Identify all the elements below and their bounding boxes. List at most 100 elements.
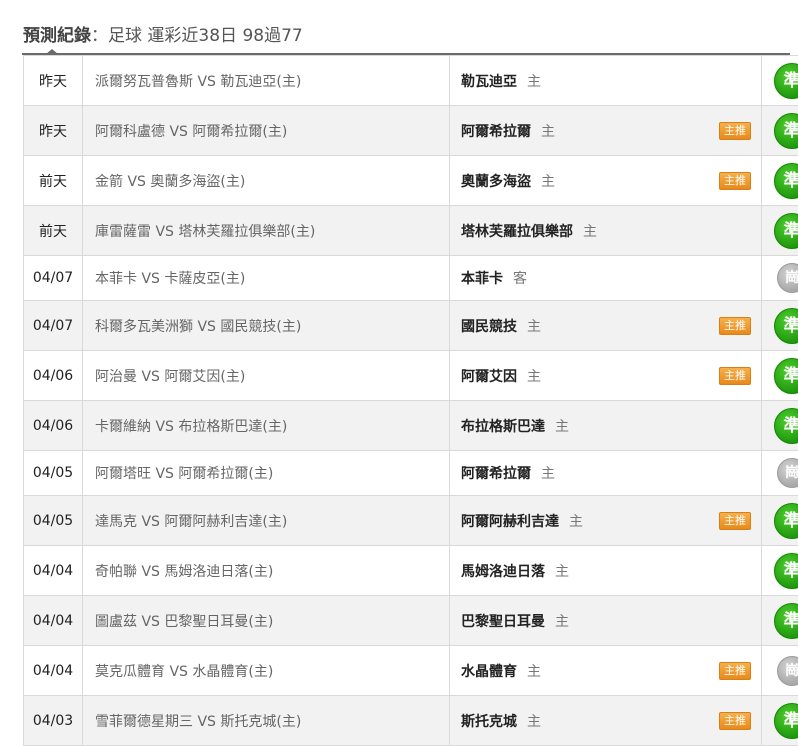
pick-team: 阿爾希拉爾: [461, 124, 531, 140]
match-vs-label: VS: [141, 614, 159, 630]
table-row[interactable]: 04/07本菲卡 VS 卡薩皮亞(主)本菲卡客崗: [24, 256, 798, 301]
row-pick: 阿爾希拉爾主主推: [450, 106, 762, 156]
match-home-team: 派爾努瓦普魯斯: [95, 74, 193, 90]
table-row[interactable]: 昨天阿爾科盧德 VS 阿爾希拉爾(主)阿爾希拉爾主主推準: [24, 106, 798, 156]
row-result: 準: [762, 546, 798, 596]
result-hit-icon: 準: [774, 703, 798, 739]
row-pick: 巴黎聖日耳曼主: [450, 596, 762, 646]
row-pick: 奧蘭多海盜主主推: [450, 156, 762, 206]
pick-team: 馬姆洛迪日落: [461, 564, 545, 580]
table-row[interactable]: 04/07科爾多瓦美洲獅 VS 國民競技(主)國民競技主主推準: [24, 301, 798, 351]
row-result: 崗: [762, 646, 798, 696]
row-match[interactable]: 阿爾科盧德 VS 阿爾希拉爾(主): [83, 106, 450, 156]
featured-pick-badge: 主推: [719, 662, 751, 680]
row-pick: 本菲卡客: [450, 256, 762, 301]
match-home-team: 金箭: [95, 174, 123, 190]
pick-side: 主: [569, 514, 583, 530]
match-away-team: 水晶體育(主): [192, 664, 273, 680]
pick-team: 巴黎聖日耳曼: [461, 614, 545, 630]
table-row[interactable]: 昨天派爾努瓦普魯斯 VS 勒瓦迪亞(主)勒瓦迪亞主準: [24, 56, 798, 106]
match-home-team: 圖盧茲: [95, 614, 137, 630]
row-pick: 阿爾阿赫利吉達主主推: [450, 496, 762, 546]
prediction-records-body: 昨天派爾努瓦普魯斯 VS 勒瓦迪亞(主)勒瓦迪亞主準昨天阿爾科盧德 VS 阿爾希…: [24, 56, 798, 746]
result-hit-icon: 準: [774, 553, 798, 589]
table-row[interactable]: 04/06卡爾維納 VS 布拉格斯巴達(主)布拉格斯巴達主準: [24, 401, 798, 451]
match-vs-label: VS: [169, 124, 187, 140]
match-vs-label: VS: [169, 664, 187, 680]
row-match[interactable]: 金箭 VS 奧蘭多海盜(主): [83, 156, 450, 206]
page-title-main: 預測紀錄: [23, 26, 91, 46]
row-pick: 水晶體育主主推: [450, 646, 762, 696]
table-row[interactable]: 04/06阿治曼 VS 阿爾艾因(主)阿爾艾因主主推準: [24, 351, 798, 401]
table-row[interactable]: 04/04莫克瓜體育 VS 水晶體育(主)水晶體育主主推崗: [24, 646, 798, 696]
table-row[interactable]: 04/03雪菲爾德星期三 VS 斯托克城(主)斯托克城主主推準: [24, 696, 798, 746]
row-match[interactable]: 科爾多瓦美洲獅 VS 國民競技(主): [83, 301, 450, 351]
table-row[interactable]: 前天金箭 VS 奧蘭多海盜(主)奧蘭多海盜主主推準: [24, 156, 798, 206]
row-result: 準: [762, 596, 798, 646]
table-row[interactable]: 04/05達馬克 VS 阿爾阿赫利吉達(主)阿爾阿赫利吉達主主推準: [24, 496, 798, 546]
row-match[interactable]: 莫克瓜體育 VS 水晶體育(主): [83, 646, 450, 696]
pick-side: 主: [555, 564, 569, 580]
row-pick: 國民競技主主推: [450, 301, 762, 351]
match-vs-label: VS: [197, 714, 215, 730]
pick-team: 阿爾艾因: [461, 369, 517, 385]
match-vs-label: VS: [197, 319, 215, 335]
match-away-team: 巴黎聖日耳曼(主): [164, 614, 273, 630]
table-row[interactable]: 前天庫雷薩雷 VS 塔林芙羅拉俱樂部(主)塔林芙羅拉俱樂部主準: [24, 206, 798, 256]
result-hit-icon: 準: [774, 163, 798, 199]
row-result: 準: [762, 301, 798, 351]
row-pick: 勒瓦迪亞主: [450, 56, 762, 106]
row-match[interactable]: 庫雷薩雷 VS 塔林芙羅拉俱樂部(主): [83, 206, 450, 256]
result-hit-icon: 準: [774, 63, 798, 99]
page-header: 預測紀錄：足球 運彩近38日 98過77: [0, 0, 798, 54]
row-date: 04/04: [24, 646, 83, 696]
row-pick: 阿爾艾因主主推: [450, 351, 762, 401]
match-home-team: 奇帕聯: [95, 564, 137, 580]
result-hit-icon: 準: [774, 358, 798, 394]
row-date: 昨天: [24, 106, 83, 156]
pick-side: 主: [527, 319, 541, 335]
table-row[interactable]: 04/05阿爾塔旺 VS 阿爾希拉爾(主)阿爾希拉爾主崗: [24, 451, 798, 496]
featured-pick-badge: 主推: [719, 317, 751, 335]
table-row[interactable]: 04/04奇帕聯 VS 馬姆洛迪日落(主)馬姆洛迪日落主準: [24, 546, 798, 596]
row-date: 04/07: [24, 301, 83, 351]
result-push-icon: 崗: [777, 263, 798, 293]
row-pick: 布拉格斯巴達主: [450, 401, 762, 451]
row-match[interactable]: 阿治曼 VS 阿爾艾因(主): [83, 351, 450, 401]
row-pick: 斯托克城主主推: [450, 696, 762, 746]
row-result: 崗: [762, 256, 798, 301]
page-title-detail: ：足球 運彩近38日 98過77: [91, 26, 303, 46]
row-match[interactable]: 本菲卡 VS 卡薩皮亞(主): [83, 256, 450, 301]
pick-team: 布拉格斯巴達: [461, 419, 545, 435]
pick-team: 塔林芙羅拉俱樂部: [461, 224, 573, 240]
pick-side: 主: [527, 714, 541, 730]
featured-pick-badge: 主推: [719, 172, 751, 190]
match-away-team: 阿爾艾因(主): [164, 369, 245, 385]
match-away-team: 國民競技(主): [220, 319, 301, 335]
row-date: 04/04: [24, 596, 83, 646]
row-result: 準: [762, 56, 798, 106]
row-match[interactable]: 派爾努瓦普魯斯 VS 勒瓦迪亞(主): [83, 56, 450, 106]
row-date: 昨天: [24, 56, 83, 106]
row-match[interactable]: 圖盧茲 VS 巴黎聖日耳曼(主): [83, 596, 450, 646]
result-hit-icon: 準: [774, 308, 798, 344]
match-away-team: 斯托克城(主): [220, 714, 301, 730]
row-match[interactable]: 奇帕聯 VS 馬姆洛迪日落(主): [83, 546, 450, 596]
match-away-team: 勒瓦迪亞(主): [220, 74, 301, 90]
match-away-team: 阿爾希拉爾(主): [192, 124, 287, 140]
row-match[interactable]: 達馬克 VS 阿爾阿赫利吉達(主): [83, 496, 450, 546]
row-date: 04/05: [24, 451, 83, 496]
match-away-team: 奧蘭多海盜(主): [150, 174, 245, 190]
row-match[interactable]: 雪菲爾德星期三 VS 斯托克城(主): [83, 696, 450, 746]
row-match[interactable]: 阿爾塔旺 VS 阿爾希拉爾(主): [83, 451, 450, 496]
match-away-team: 塔林芙羅拉俱樂部(主): [178, 224, 315, 240]
match-home-team: 庫雷薩雷: [95, 224, 151, 240]
row-match[interactable]: 卡爾維納 VS 布拉格斯巴達(主): [83, 401, 450, 451]
result-hit-icon: 準: [774, 213, 798, 249]
row-date: 前天: [24, 206, 83, 256]
result-hit-icon: 準: [774, 503, 798, 539]
pick-team: 斯托克城: [461, 714, 517, 730]
match-away-team: 阿爾阿赫利吉達(主): [164, 514, 287, 530]
table-row[interactable]: 04/04圖盧茲 VS 巴黎聖日耳曼(主)巴黎聖日耳曼主準: [24, 596, 798, 646]
match-vs-label: VS: [141, 271, 159, 287]
